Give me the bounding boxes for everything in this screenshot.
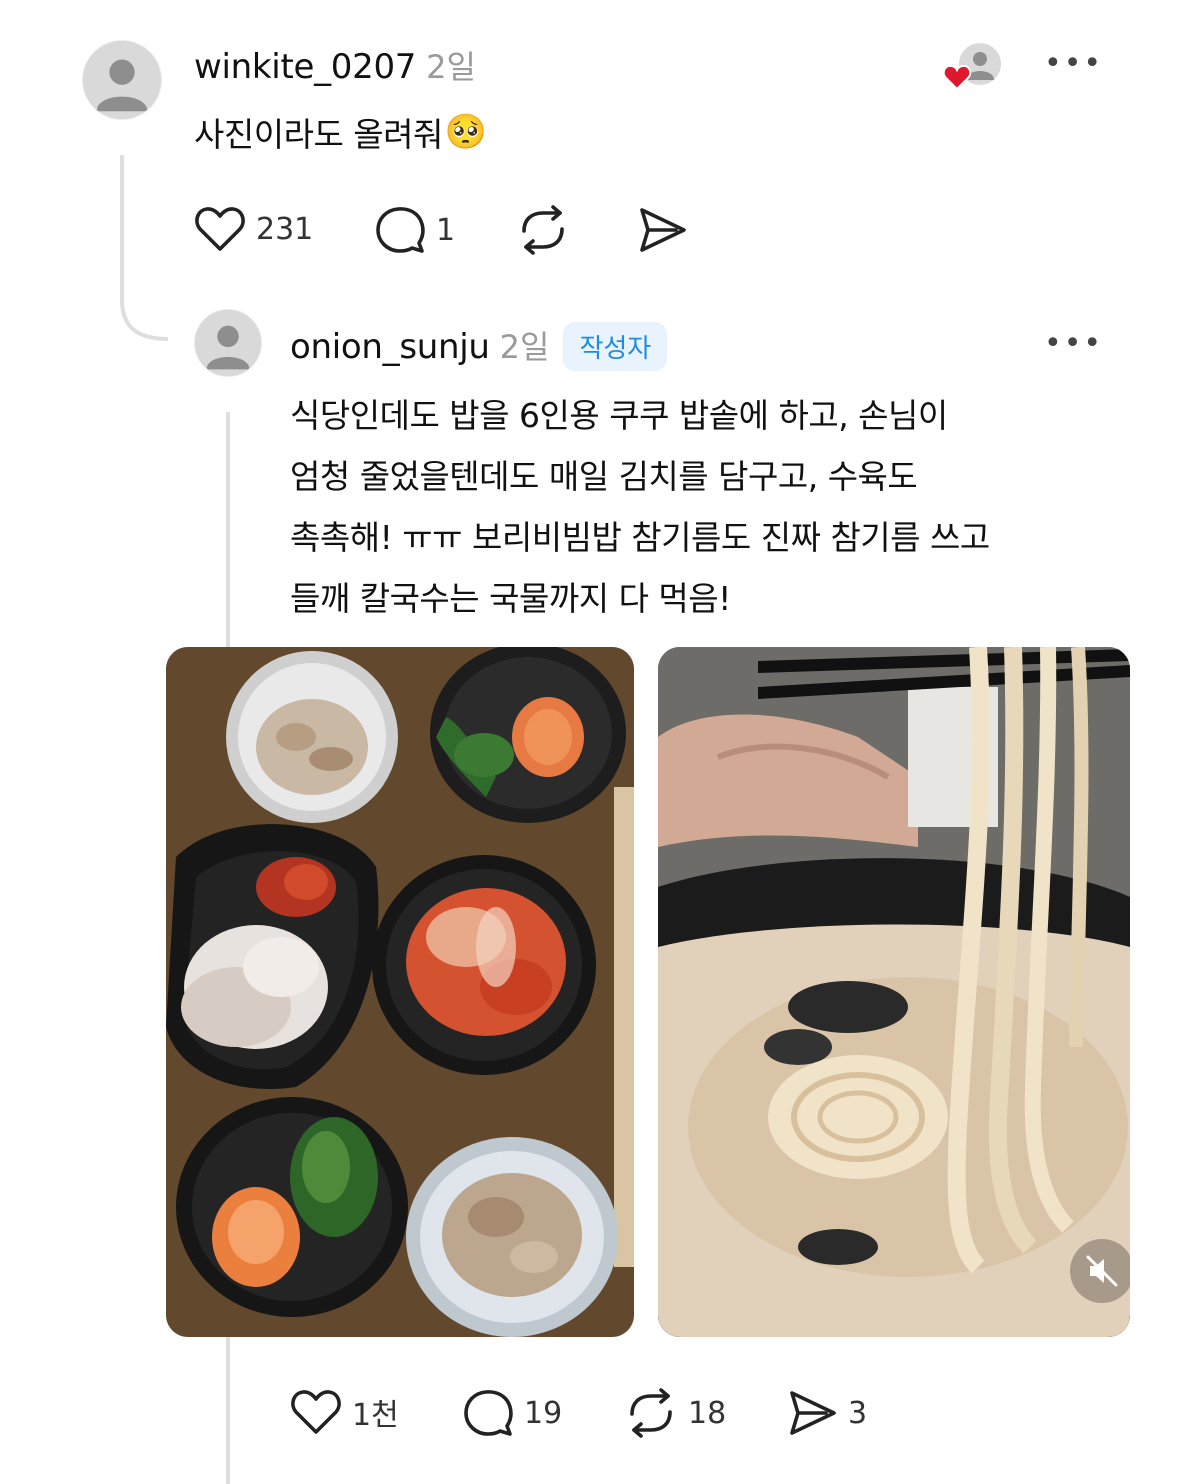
food-photo-side-dishes[interactable] xyxy=(166,647,634,1337)
reply-count: 1 xyxy=(436,212,456,248)
thread-connector xyxy=(110,155,170,345)
reply-count: 19 xyxy=(524,1395,563,1431)
reply-header: onion_sunju 2일 작성자 xyxy=(290,322,668,371)
repost-button[interactable] xyxy=(516,205,570,255)
more-icon[interactable]: ••• xyxy=(1044,326,1103,361)
like-button[interactable]: 231 xyxy=(194,205,313,253)
avatar[interactable] xyxy=(82,40,162,120)
avatar[interactable] xyxy=(194,309,262,377)
repost-count: 18 xyxy=(688,1395,727,1431)
like-count: 231 xyxy=(256,211,314,247)
username[interactable]: onion_sunju xyxy=(290,327,490,367)
author-badge: 작성자 xyxy=(563,322,668,371)
default-avatar-icon xyxy=(83,41,161,119)
repost-button[interactable]: 18 xyxy=(624,1388,726,1438)
more-icon[interactable]: ••• xyxy=(1044,46,1103,81)
reply-text: 식당인데도 밥을 6인용 쿠쿠 밥솥에 하고, 손님이 엄청 줄었을텐데도 매일… xyxy=(290,396,990,618)
liked-by-author-icon xyxy=(942,40,1004,94)
share-button[interactable] xyxy=(636,205,688,255)
timestamp: 2일 xyxy=(499,328,550,366)
reply-button[interactable]: 19 xyxy=(462,1388,562,1438)
username[interactable]: winkite_0207 xyxy=(194,47,416,87)
heart-icon xyxy=(195,207,245,251)
comment-header: winkite_0207 2일 xyxy=(194,42,476,88)
share-count: 3 xyxy=(848,1395,868,1431)
food-photo-kalguksu[interactable] xyxy=(658,647,1130,1337)
share-button[interactable]: 3 xyxy=(786,1388,867,1438)
repost-icon xyxy=(522,205,564,255)
reply-button[interactable]: 1 xyxy=(374,205,455,255)
comment-text: 사진이라도 올려줘 🥺 xyxy=(194,112,488,154)
like-count: 1천 xyxy=(352,1398,399,1433)
timestamp: 2일 xyxy=(426,48,476,86)
heart-icon xyxy=(291,1390,341,1434)
mute-icon xyxy=(1086,1255,1118,1287)
send-icon xyxy=(640,208,686,252)
mute-button[interactable] xyxy=(1070,1239,1130,1303)
comment-icon xyxy=(376,207,425,253)
default-avatar-icon xyxy=(195,310,261,376)
send-icon xyxy=(790,1391,836,1435)
like-button[interactable]: 1천 xyxy=(290,1388,399,1436)
comment-icon xyxy=(464,1390,513,1436)
repost-icon xyxy=(630,1388,672,1438)
pleading-face-emoji: 🥺 xyxy=(444,112,488,152)
